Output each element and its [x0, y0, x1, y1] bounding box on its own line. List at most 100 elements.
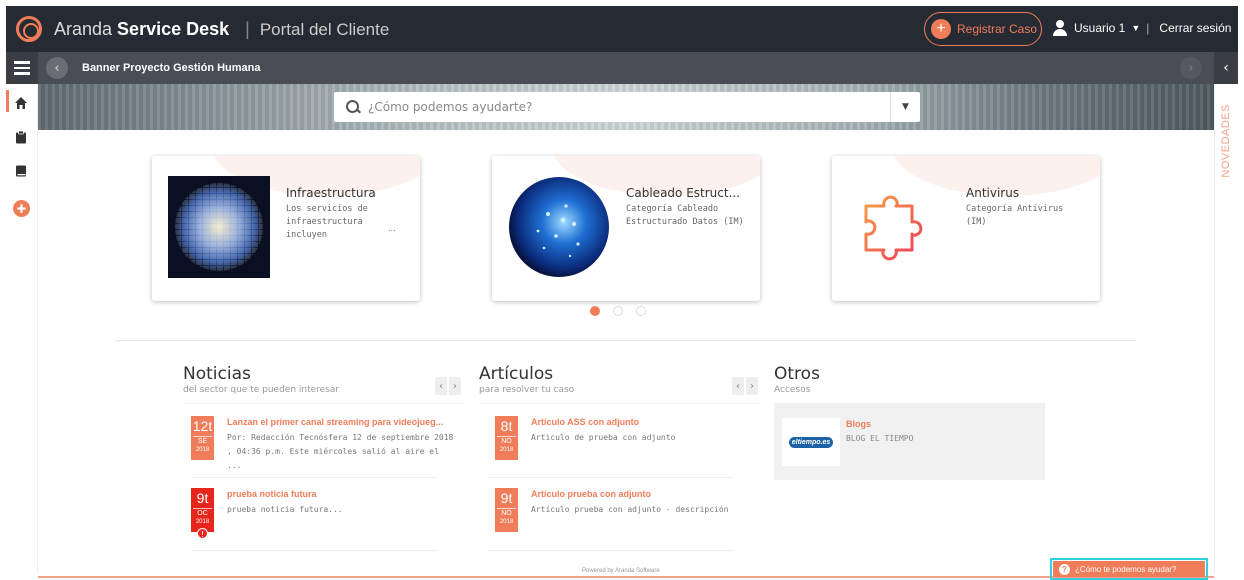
news-title[interactable]: Lanzan el primer canal streaming para vi…: [227, 417, 443, 427]
date-year: 2018: [499, 519, 514, 525]
noticias-title: Noticias: [183, 364, 251, 384]
add-circle-icon[interactable]: [13, 200, 30, 217]
date-year: 2018: [195, 447, 210, 453]
item-divider: [191, 477, 437, 478]
register-case-label: Registrar Caso: [957, 22, 1038, 36]
noticias-underline: [183, 403, 463, 404]
chevron-left-icon[interactable]: ‹: [435, 377, 447, 395]
noticias-nav: ‹ ›: [435, 377, 461, 395]
bottom-accent-line: [38, 576, 1214, 578]
articulos-underline: [479, 403, 759, 404]
user-name: Usuario 1: [1074, 21, 1126, 35]
help-chat-button[interactable]: ? ¿Cómo te podemos ayudar?: [1050, 558, 1208, 580]
articulos-subtitle: para resolver tu caso: [479, 385, 575, 395]
carousel-dot[interactable]: [636, 306, 646, 316]
register-case-button[interactable]: + Registrar Caso: [924, 12, 1042, 46]
aranda-logo-icon[interactable]: [16, 16, 42, 42]
eltiempo-logo-text: eltiempo.es: [788, 436, 834, 448]
eltiempo-logo: eltiempo.es: [782, 418, 840, 466]
sub-bar: ‹ Banner Proyecto Gestión Humana › ‹: [6, 52, 1238, 84]
plus-icon: +: [931, 19, 951, 39]
news-summary: prueba noticia futura...: [227, 505, 343, 514]
card-more: ...: [388, 224, 396, 233]
article-item[interactable]: 9t NO 2018 Articulo prueba con adjunto A…: [495, 488, 745, 558]
novedades-label: NOVEDADES: [1220, 104, 1232, 178]
carousel-dot[interactable]: [590, 306, 600, 316]
help-icon: ?: [1059, 563, 1070, 575]
search-box[interactable]: ¿Cómo podemos ayudarte? ▼: [334, 92, 920, 122]
brand[interactable]: Aranda Service Desk | Portal del Cliente: [54, 19, 389, 40]
globe-screens-image: [168, 176, 270, 278]
date-year: 2018: [195, 519, 210, 525]
date-month: NO: [497, 436, 516, 446]
article-title[interactable]: Articulo prueba con adjunto: [531, 489, 651, 499]
chevron-right-icon[interactable]: ›: [746, 377, 758, 395]
category-card-infraestructura[interactable]: Infraestructura Los servicios de infraes…: [152, 156, 420, 301]
date-day: 9t: [196, 490, 209, 506]
news-summary: Por: Redacción Tecnósfera 12 de septiemb…: [227, 433, 454, 470]
logout-link[interactable]: Cerrar sesión: [1159, 21, 1231, 35]
otros-subtitle: Accesos: [774, 385, 811, 395]
date-badge: 9t OC 2018 !: [191, 488, 214, 539]
blog-access-item[interactable]: eltiempo.es Blogs BLOG EL TIEMPO: [774, 404, 1045, 480]
home-icon[interactable]: [14, 96, 28, 110]
item-divider: [191, 550, 437, 551]
date-day: 8t: [500, 418, 513, 434]
card-description: Los servicios de infraestructura incluye…: [286, 204, 368, 240]
caret-down-icon[interactable]: ▼: [1131, 23, 1140, 33]
book-icon[interactable]: [14, 164, 28, 178]
chevron-right-icon[interactable]: ›: [1180, 57, 1202, 79]
card-description: Categoría Cableado Estructurado Datos (I…: [626, 204, 744, 227]
item-divider: [487, 550, 733, 551]
date-day: 9t: [500, 490, 513, 506]
banner-image: ¿Cómo podemos ayudarte? ▼: [38, 84, 1214, 130]
card-title: Infraestructura: [286, 186, 376, 200]
news-item[interactable]: 9t OC 2018 ! prueba noticia futura prueb…: [191, 488, 441, 558]
clipboard-icon[interactable]: [14, 130, 28, 144]
chevron-right-icon[interactable]: ›: [449, 377, 461, 395]
portal-title: Portal del Cliente: [259, 19, 390, 39]
section-divider: [116, 340, 1136, 341]
puzzle-icon: [864, 195, 923, 261]
blog-description: BLOG EL TIEMPO: [846, 434, 914, 443]
caret-down-icon[interactable]: ▼: [890, 92, 920, 122]
date-badge: 8t NO 2018: [495, 416, 518, 460]
fiber-optic-image: [509, 177, 609, 277]
articulos-title: Artículos: [479, 364, 554, 384]
date-year: 2018: [499, 447, 514, 453]
carousel-dot[interactable]: [613, 306, 623, 316]
articulos-nav: ‹ ›: [732, 377, 758, 395]
top-bar: Aranda Service Desk | Portal del Cliente…: [6, 6, 1238, 52]
user-menu[interactable]: Usuario 1 ▼ | Cerrar sesión: [1052, 20, 1231, 36]
article-item[interactable]: 8t NO 2018 Articulo ASS con adjunto Arti…: [495, 416, 745, 486]
article-title[interactable]: Articulo ASS con adjunto: [531, 417, 639, 427]
chevron-left-icon[interactable]: ‹: [46, 57, 68, 79]
search-input[interactable]: ¿Cómo podemos ayudarte?: [368, 100, 532, 114]
date-month: OC: [193, 508, 212, 518]
hamburger-menu-icon[interactable]: [6, 52, 38, 84]
category-card-antivirus[interactable]: Antivirus Categoría Antivirus (IM): [832, 156, 1100, 301]
active-indicator: [6, 90, 9, 112]
chevron-left-icon[interactable]: ‹: [732, 377, 744, 395]
alert-icon: !: [197, 528, 208, 539]
brand-separator: |: [245, 18, 250, 39]
card-title: Antivirus: [966, 186, 1020, 200]
help-label: ¿Cómo te podemos ayudar?: [1075, 564, 1177, 574]
category-card-cableado[interactable]: Cableado Estruct... Categoría Cableado E…: [492, 156, 760, 301]
item-divider: [487, 477, 733, 478]
brand-bold: Service Desk: [117, 18, 230, 39]
otros-title: Otros: [774, 364, 820, 384]
article-summary: Articulo de prueba con adjunto: [531, 433, 676, 442]
date-badge: 9t NO 2018: [495, 488, 518, 532]
search-icon: [346, 100, 360, 114]
date-day: 12t: [192, 418, 213, 434]
noticias-subtitle: del sector que te pueden interesar: [183, 385, 340, 395]
date-month: NO: [497, 508, 516, 518]
collapse-panel-icon[interactable]: ‹: [1214, 52, 1238, 84]
news-item[interactable]: 12t SE 2018 Lanzan el primer canal strea…: [191, 416, 453, 486]
novedades-panel[interactable]: NOVEDADES: [1214, 84, 1238, 574]
blog-title[interactable]: Blogs: [846, 419, 871, 429]
date-badge: 12t SE 2018: [191, 416, 214, 460]
user-separator: |: [1146, 21, 1150, 35]
news-title[interactable]: prueba noticia futura: [227, 489, 317, 499]
